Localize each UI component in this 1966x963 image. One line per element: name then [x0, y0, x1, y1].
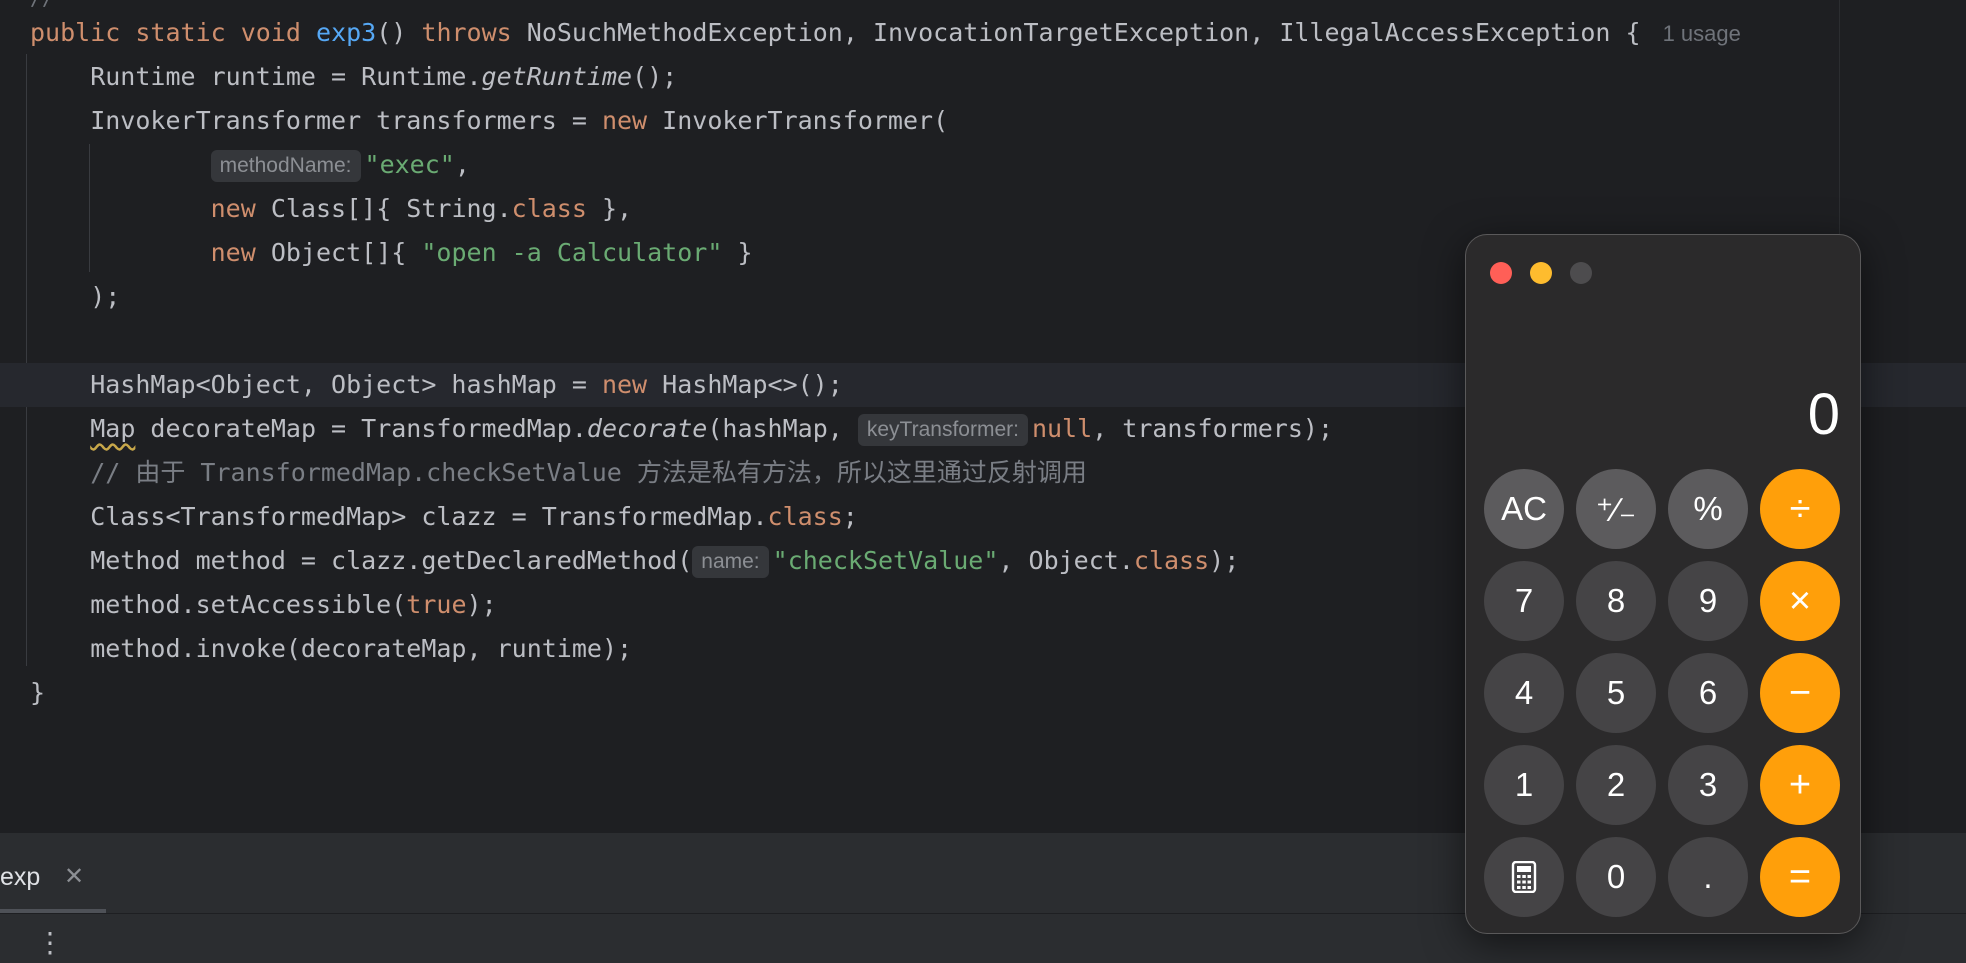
close-icon[interactable]: ✕: [64, 855, 84, 899]
equals-button[interactable]: =: [1760, 837, 1840, 917]
calculator-window[interactable]: 0 AC ⁺∕₋ % ÷ 7 8 9 × 4 5 6 − 1 2 3 + 0 .…: [1465, 234, 1861, 934]
calculator-mode-button[interactable]: [1484, 837, 1564, 917]
zoom-window-button-disabled: [1570, 262, 1592, 284]
folded-comment-glyph: ∕∕: [30, 0, 54, 10]
code-line-5[interactable]: new Class[]{ String.class },: [0, 187, 1966, 231]
more-options-icon[interactable]: ⋮: [36, 929, 64, 957]
digit-6-button[interactable]: 6: [1668, 653, 1748, 733]
tab-exp[interactable]: exp: [0, 855, 40, 899]
digit-3-button[interactable]: 3: [1668, 745, 1748, 825]
plus-minus-button[interactable]: ⁺∕₋: [1576, 469, 1656, 549]
decimal-button[interactable]: .: [1668, 837, 1748, 917]
digit-8-button[interactable]: 8: [1576, 561, 1656, 641]
digit-2-button[interactable]: 2: [1576, 745, 1656, 825]
digit-1-button[interactable]: 1: [1484, 745, 1564, 825]
parameter-hint-keytransformer: keyTransformer:: [857, 414, 1028, 446]
all-clear-button[interactable]: AC: [1484, 469, 1564, 549]
code-line-1[interactable]: public static void exp3() throws NoSuchM…: [0, 11, 1966, 55]
minimize-window-button[interactable]: [1530, 262, 1552, 284]
raw-type-warning[interactable]: Map: [90, 414, 135, 443]
code-line-3[interactable]: InvokerTransformer transformers = new In…: [0, 99, 1966, 143]
digit-0-button[interactable]: 0: [1576, 837, 1656, 917]
subtract-button[interactable]: −: [1760, 653, 1840, 733]
code-line-4[interactable]: methodName: "exec",: [0, 143, 1966, 187]
calculator-display: 0: [1807, 382, 1840, 447]
code-line-2[interactable]: Runtime runtime = Runtime.getRuntime();: [0, 55, 1966, 99]
digit-7-button[interactable]: 7: [1484, 561, 1564, 641]
parameter-hint-methodname: methodName:: [210, 150, 361, 182]
parameter-hint-name: name:: [692, 546, 769, 578]
divide-button[interactable]: ÷: [1760, 469, 1840, 549]
percent-button[interactable]: %: [1668, 469, 1748, 549]
digit-9-button[interactable]: 9: [1668, 561, 1748, 641]
digit-4-button[interactable]: 4: [1484, 653, 1564, 733]
close-window-button[interactable]: [1490, 262, 1512, 284]
usage-hint[interactable]: 1 usage: [1663, 21, 1741, 46]
digit-5-button[interactable]: 5: [1576, 653, 1656, 733]
calculator-icon: [1511, 861, 1537, 893]
add-button[interactable]: +: [1760, 745, 1840, 825]
multiply-button[interactable]: ×: [1760, 561, 1840, 641]
